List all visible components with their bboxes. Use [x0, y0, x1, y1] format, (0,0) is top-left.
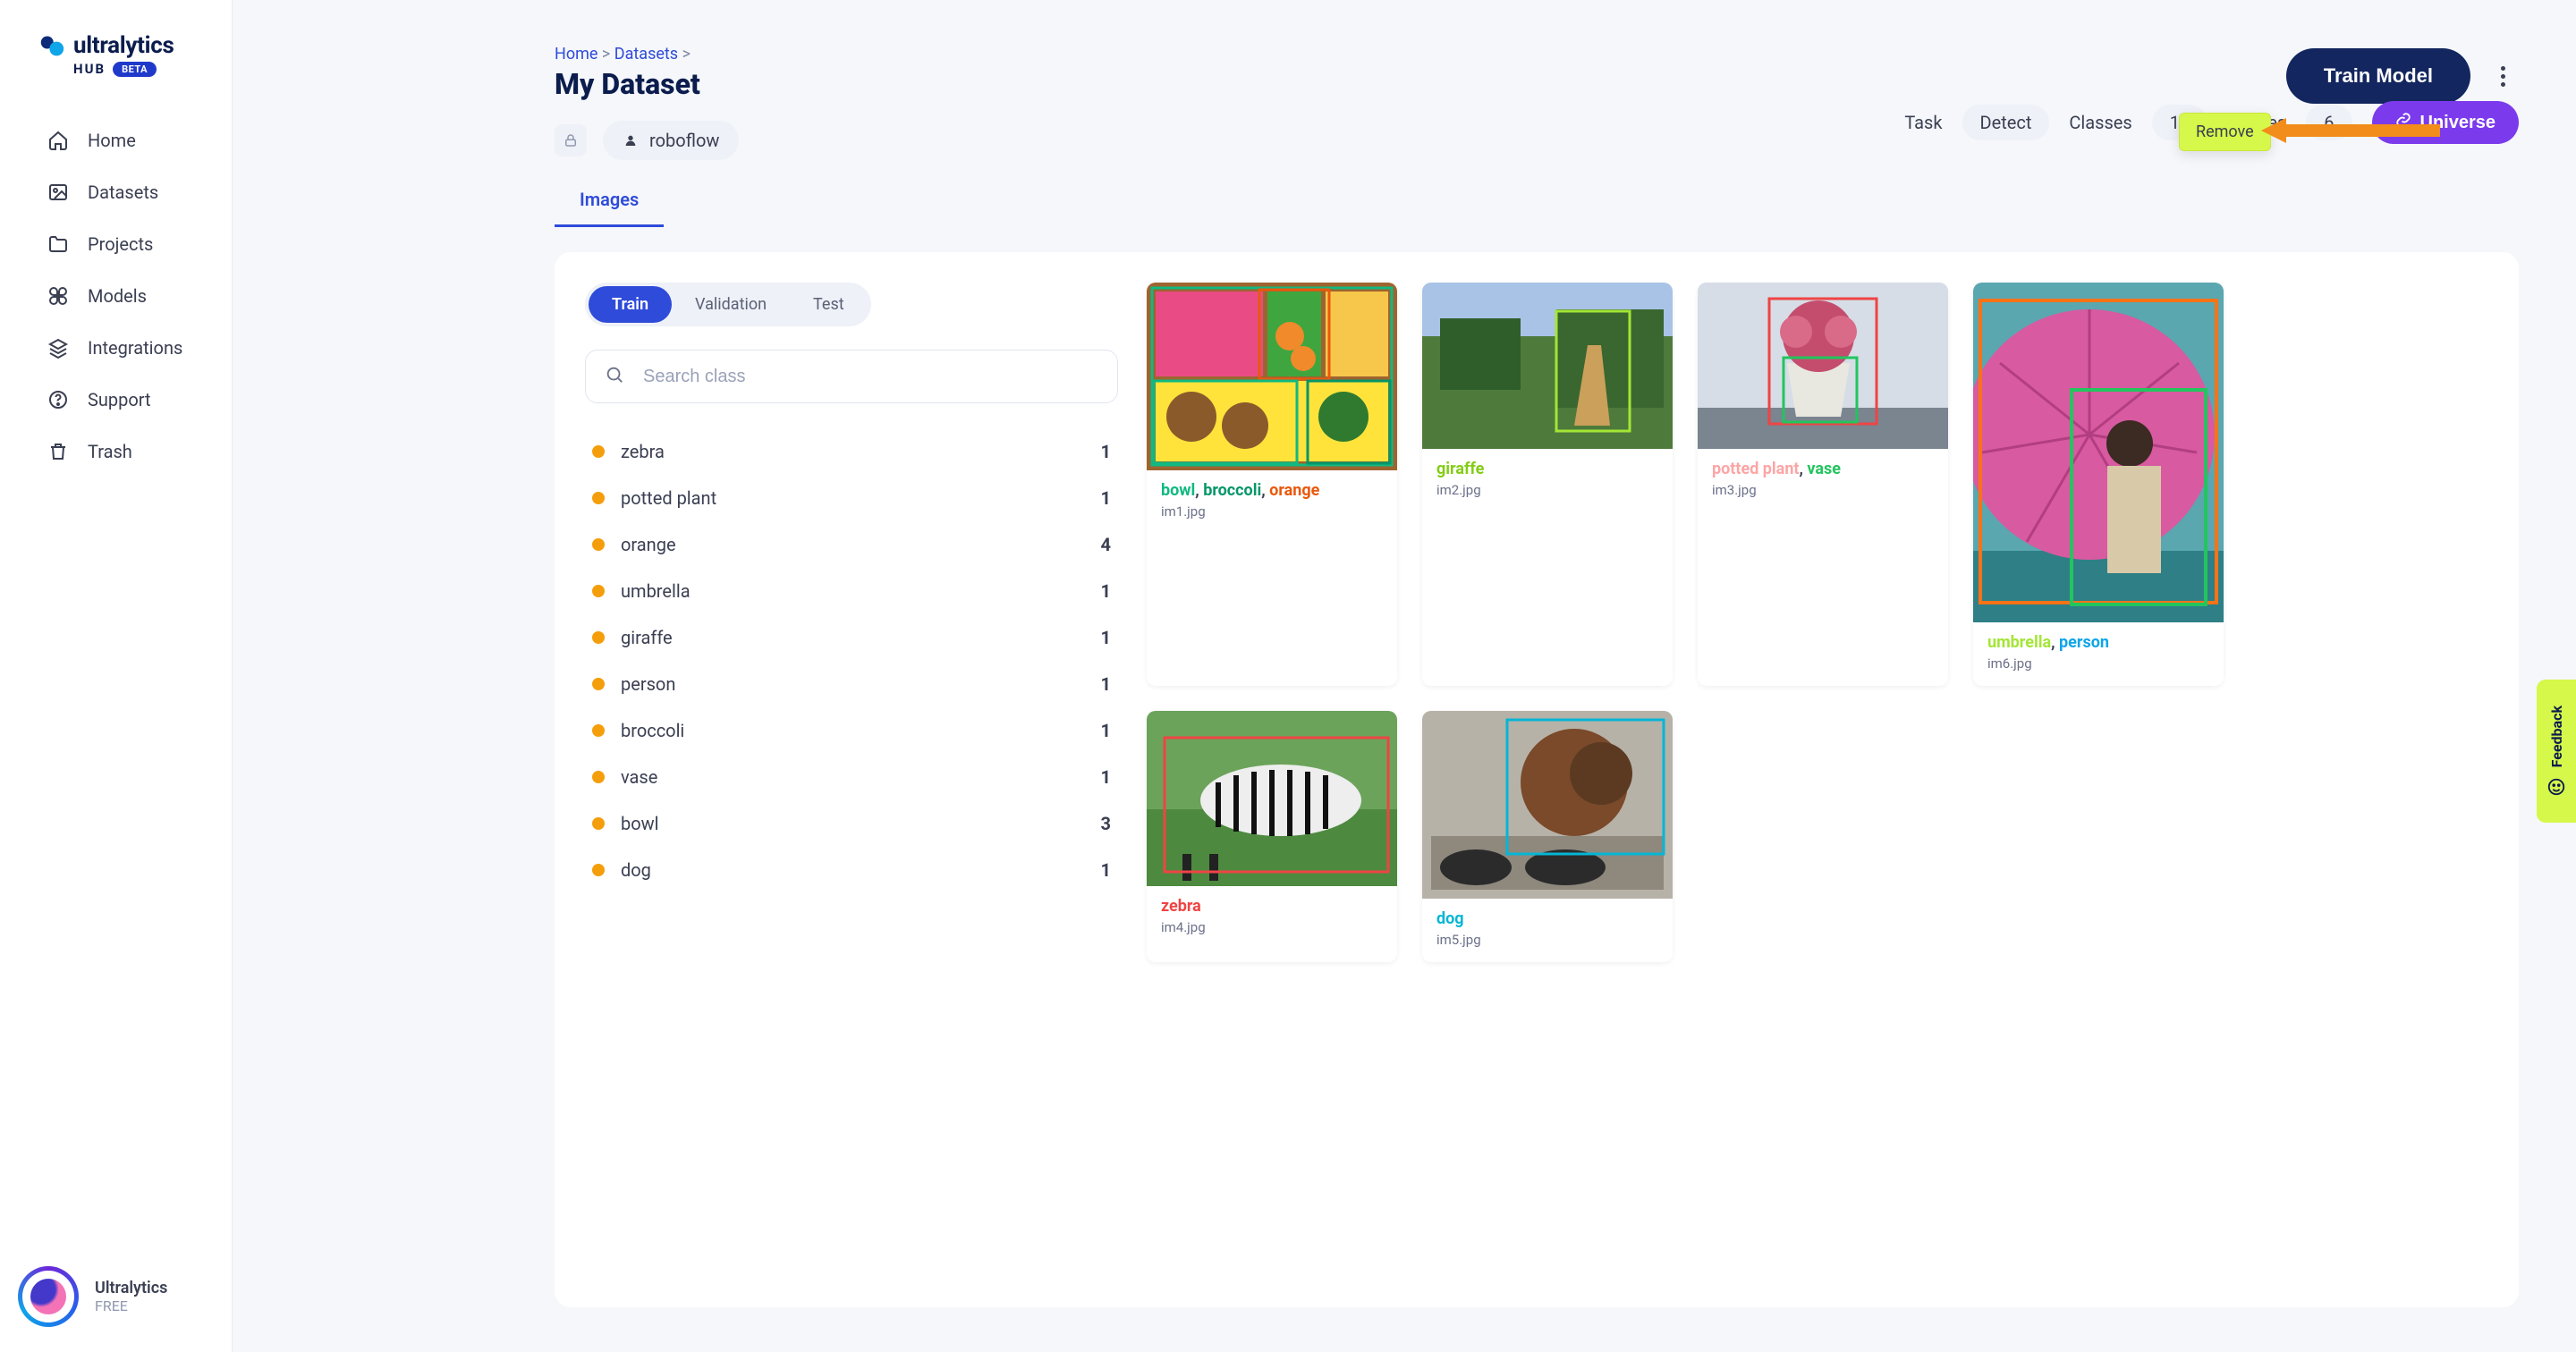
breadcrumb-home[interactable]: Home [555, 45, 597, 63]
sidebar-item-trash[interactable]: Trash [0, 426, 232, 477]
image-filename: im5.jpg [1436, 932, 1658, 948]
image-filename: im2.jpg [1436, 482, 1658, 498]
image-labels: potted plant, vase [1712, 460, 1934, 478]
split-selector: Train Validation Test [585, 283, 871, 326]
owner-pill[interactable]: roboflow [603, 121, 739, 160]
image-filename: im1.jpg [1161, 503, 1383, 520]
image-grid: bowl, broccoli, orange im1.jpg [1147, 283, 2488, 1277]
sidebar-item-models[interactable]: Models [0, 270, 232, 322]
image-card-im5[interactable]: dog im5.jpg [1422, 711, 1673, 962]
class-row-person[interactable]: person1 [585, 661, 1118, 707]
class-row-dog[interactable]: dog1 [585, 847, 1118, 893]
image-filename: im3.jpg [1712, 482, 1934, 498]
sidebar-item-datasets[interactable]: Datasets [0, 166, 232, 218]
footer-plan: FREE [95, 1297, 167, 1314]
class-row-umbrella[interactable]: umbrella1 [585, 568, 1118, 614]
image-card-im6[interactable]: umbrella, person im6.jpg [1973, 283, 2224, 686]
image-icon [47, 181, 70, 204]
class-row-zebra[interactable]: zebra1 [585, 428, 1118, 475]
image-labels: umbrella, person [1987, 633, 2209, 652]
owner-name: roboflow [649, 130, 719, 151]
sidebar-item-label: Datasets [88, 182, 158, 203]
header: Home > Datasets > My Dataset Train Model [233, 0, 2576, 101]
folder-icon [47, 232, 70, 256]
split-train[interactable]: Train [589, 286, 672, 323]
split-validation[interactable]: Validation [672, 286, 790, 323]
sidebar-footer[interactable]: Ultralytics FREE [0, 1245, 232, 1352]
task-value: Detect [1962, 105, 2050, 140]
beta-badge: BETA [113, 62, 157, 77]
trash-icon [47, 440, 70, 463]
class-panel: Train Validation Test zebra1 potted plan… [585, 283, 1118, 1277]
sidebar-item-home[interactable]: Home [0, 114, 232, 166]
sidebar-item-label: Home [88, 130, 136, 151]
class-row-broccoli[interactable]: broccoli1 [585, 707, 1118, 754]
sidebar: ultralytics HUB BETA Home Datasets Proje… [0, 0, 233, 1352]
split-test[interactable]: Test [790, 286, 868, 323]
feedback-label: Feedback [2548, 706, 2565, 767]
logo: ultralytics HUB BETA [0, 0, 232, 98]
classes-label: Classes [2069, 112, 2131, 133]
remove-menu-item[interactable]: Remove [2179, 113, 2271, 151]
image-card-im2[interactable]: giraffe im2.jpg [1422, 283, 1673, 686]
class-row-potted-plant[interactable]: potted plant1 [585, 475, 1118, 521]
feedback-tab[interactable]: Feedback [2537, 680, 2576, 823]
sidebar-item-label: Integrations [88, 337, 182, 359]
nav: Home Datasets Projects Models Integratio… [0, 98, 232, 477]
image-filename: im6.jpg [1987, 655, 2209, 672]
command-icon [47, 284, 70, 308]
logo-icon [39, 33, 64, 58]
class-row-vase[interactable]: vase1 [585, 754, 1118, 800]
class-row-giraffe[interactable]: giraffe1 [585, 614, 1118, 661]
layers-icon [47, 336, 70, 359]
sidebar-item-label: Models [88, 285, 147, 307]
home-icon [47, 129, 70, 152]
lock-icon[interactable] [555, 124, 587, 156]
class-row-orange[interactable]: orange4 [585, 521, 1118, 568]
image-labels: bowl, broccoli, orange [1161, 481, 1383, 500]
smile-icon [2546, 777, 2566, 797]
sidebar-item-label: Support [88, 389, 151, 410]
logo-subtext: HUB [73, 61, 106, 77]
remove-label: Remove [2196, 123, 2254, 141]
sidebar-item-support[interactable]: Support [0, 374, 232, 426]
main: Home > Datasets > My Dataset Train Model… [233, 0, 2576, 1352]
image-labels: dog [1436, 909, 1658, 928]
tab-images[interactable]: Images [555, 176, 664, 227]
annotation-arrow-icon [2261, 114, 2440, 147]
task-label: Task [1904, 112, 1942, 133]
search-input[interactable] [585, 350, 1118, 403]
class-list: zebra1 potted plant1 orange4 umbrella1 g… [585, 428, 1118, 893]
logo-text: ultralytics [73, 32, 174, 59]
class-row-bowl[interactable]: bowl3 [585, 800, 1118, 847]
user-icon [623, 132, 639, 148]
image-card-im3[interactable]: potted plant, vase im3.jpg [1698, 283, 1948, 686]
page-title: My Dataset [555, 67, 2519, 101]
sidebar-item-integrations[interactable]: Integrations [0, 322, 232, 374]
image-filename: im4.jpg [1161, 919, 1383, 935]
breadcrumb-datasets[interactable]: Datasets [614, 45, 678, 63]
image-card-im4[interactable]: zebra im4.jpg [1147, 711, 1397, 962]
train-model-button[interactable]: Train Model [2286, 48, 2470, 104]
image-labels: zebra [1161, 897, 1383, 916]
tabs: Images [233, 160, 2576, 227]
sidebar-item-label: Projects [88, 233, 153, 255]
sidebar-item-label: Trash [88, 441, 132, 462]
sidebar-item-projects[interactable]: Projects [0, 218, 232, 270]
more-actions-button[interactable] [2487, 60, 2519, 92]
image-labels: giraffe [1436, 460, 1658, 478]
breadcrumb: Home > Datasets > [555, 45, 2519, 63]
avatar [18, 1266, 79, 1327]
image-card-im1[interactable]: bowl, broccoli, orange im1.jpg [1147, 283, 1397, 686]
search-icon [605, 365, 624, 388]
footer-name: Ultralytics [95, 1279, 167, 1297]
help-icon [47, 388, 70, 411]
content-panel: Train Validation Test zebra1 potted plan… [555, 252, 2519, 1307]
